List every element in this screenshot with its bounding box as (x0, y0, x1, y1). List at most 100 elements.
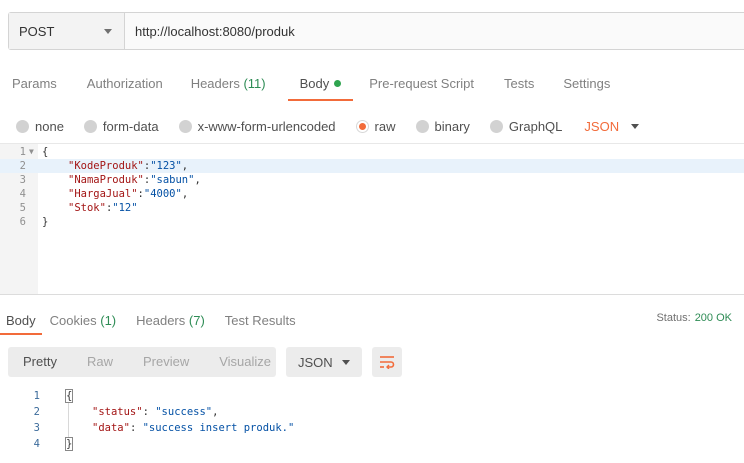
line-number: 1 (33, 390, 40, 402)
tab-authorization[interactable]: Authorization (87, 66, 163, 101)
status-badge[interactable]: 200 OK (695, 312, 732, 324)
json-brace: } (64, 437, 74, 451)
radio-icon (178, 119, 192, 133)
code-line: 3 "NamaProduk":"sabun", (0, 173, 744, 187)
code-text: { (64, 388, 74, 404)
line-number: 2 (19, 160, 26, 172)
view-mode-group: Pretty Raw Preview Visualize (8, 347, 276, 377)
wrap-lines-icon (380, 356, 395, 369)
view-visualize-button[interactable]: Visualize (204, 347, 286, 377)
code-line-active: 2 "KodeProduk":"123", (0, 159, 744, 173)
tab-settings[interactable]: Settings (563, 66, 610, 101)
tab-label: Headers (190, 76, 240, 91)
line-number: 3 (33, 422, 40, 434)
response-tab-headers[interactable]: Headers (7) (136, 305, 205, 335)
tab-params[interactable]: Params (12, 66, 57, 101)
code-text: } (42, 216, 49, 228)
tab-count-badge: (7) (188, 313, 205, 328)
fold-arrow-icon[interactable]: ▼ (29, 145, 34, 159)
request-tabs: Params Authorization Headers (11) Body P… (0, 66, 744, 102)
body-language-select[interactable]: JSON (584, 118, 640, 134)
radio-label: none (35, 118, 64, 134)
json-key: "data" (92, 422, 130, 434)
indent-guide (68, 403, 69, 437)
radio-label: GraphQL (508, 118, 563, 134)
tab-label: Cookies (49, 313, 97, 328)
response-toolbar: Pretty Raw Preview Visualize JSON (8, 347, 402, 377)
code-line: 6 } (0, 215, 744, 229)
radio-x-www-form-urlencoded[interactable]: x-www-form-urlencoded (178, 118, 336, 134)
code-line: 4 "HargaJual":"4000", (0, 187, 744, 201)
chevron-down-icon (104, 28, 112, 34)
response-tab-cookies[interactable]: Cookies (1) (50, 305, 116, 335)
tab-label: Body (6, 313, 36, 328)
json-key: "NamaProduk" (68, 174, 144, 186)
line-number: 6 (19, 216, 26, 228)
json-punct: , (181, 188, 189, 200)
tab-label: Pre-request Script (369, 76, 475, 91)
tab-tests[interactable]: Tests (504, 66, 534, 101)
response-tab-test-results[interactable]: Test Results (225, 305, 296, 335)
radio-label: x-www-form-urlencoded (197, 118, 336, 134)
line-number: 1 (19, 146, 26, 158)
radio-graphql[interactable]: GraphQL (489, 118, 563, 134)
code-line: 5 "Stok":"12" (0, 201, 744, 215)
response-tab-body[interactable]: Body (0, 305, 42, 335)
tab-label: Body (299, 76, 330, 91)
radio-raw[interactable]: raw (355, 118, 396, 134)
url-input[interactable] (125, 13, 744, 49)
code-text: } (64, 436, 74, 452)
response-format-select[interactable]: JSON (286, 347, 362, 377)
code-text: "data": "success insert produk." (92, 422, 295, 434)
json-value: "4000" (143, 188, 182, 200)
json-brace: { (64, 389, 74, 403)
radio-icon (16, 119, 29, 133)
code-line: 3 "data": "success insert produk." (0, 420, 744, 436)
radio-label: binary (434, 118, 470, 134)
line-number: 4 (19, 188, 26, 200)
tab-headers[interactable]: Headers (11) (191, 66, 266, 101)
radio-icon (83, 119, 97, 133)
json-value: "12" (112, 202, 138, 214)
radio-none[interactable]: none (16, 119, 64, 134)
radio-label: form-data (102, 118, 159, 134)
method-label: POST (19, 23, 55, 39)
response-status: Status: 200 OK (656, 312, 732, 324)
chevron-down-icon (631, 123, 640, 129)
tab-label: Test Results (224, 313, 296, 328)
code-line: 1 ▼ { (0, 145, 744, 159)
radio-selected-icon (355, 119, 369, 133)
request-url-bar: POST (8, 12, 744, 50)
wrap-lines-button[interactable] (372, 347, 402, 377)
radio-binary[interactable]: binary (415, 118, 470, 134)
json-value: "success" (155, 406, 213, 418)
radio-form-data[interactable]: form-data (83, 118, 159, 134)
response-format-label: JSON (298, 354, 333, 370)
view-pretty-button[interactable]: Pretty (8, 347, 72, 377)
status-label: Status: (656, 312, 691, 324)
radio-label: raw (374, 118, 396, 134)
tab-label: Params (12, 76, 57, 91)
json-key: "KodeProduk" (68, 160, 144, 172)
chevron-down-icon (342, 359, 350, 365)
json-punct: , (181, 160, 189, 172)
response-body-viewer[interactable]: 1 { 2 "status": "success", 3 "data": "su… (0, 388, 744, 463)
method-select[interactable]: POST (9, 13, 125, 49)
tab-count-badge: (1) (100, 313, 117, 328)
code-text: "NamaProduk":"sabun", (68, 174, 201, 186)
json-key: "Stok" (68, 202, 106, 214)
code-text: { (42, 146, 49, 158)
tab-pre-request-script[interactable]: Pre-request Script (369, 66, 474, 101)
tab-body[interactable]: Body (287, 66, 353, 101)
json-key: "status" (92, 406, 143, 418)
line-number: 3 (19, 174, 26, 186)
code-text: "KodeProduk":"123", (68, 160, 189, 172)
request-body-editor[interactable]: 1 ▼ { 2 "KodeProduk":"123", 3 "NamaProdu… (0, 143, 744, 295)
tab-count-badge: (11) (243, 76, 266, 91)
view-preview-button[interactable]: Preview (128, 347, 204, 377)
view-raw-button[interactable]: Raw (72, 347, 128, 377)
tab-label: Tests (504, 76, 535, 91)
line-number: 2 (33, 406, 40, 418)
body-language-label: JSON (584, 118, 620, 134)
body-type-selector: none form-data x-www-form-urlencoded raw… (16, 116, 640, 136)
